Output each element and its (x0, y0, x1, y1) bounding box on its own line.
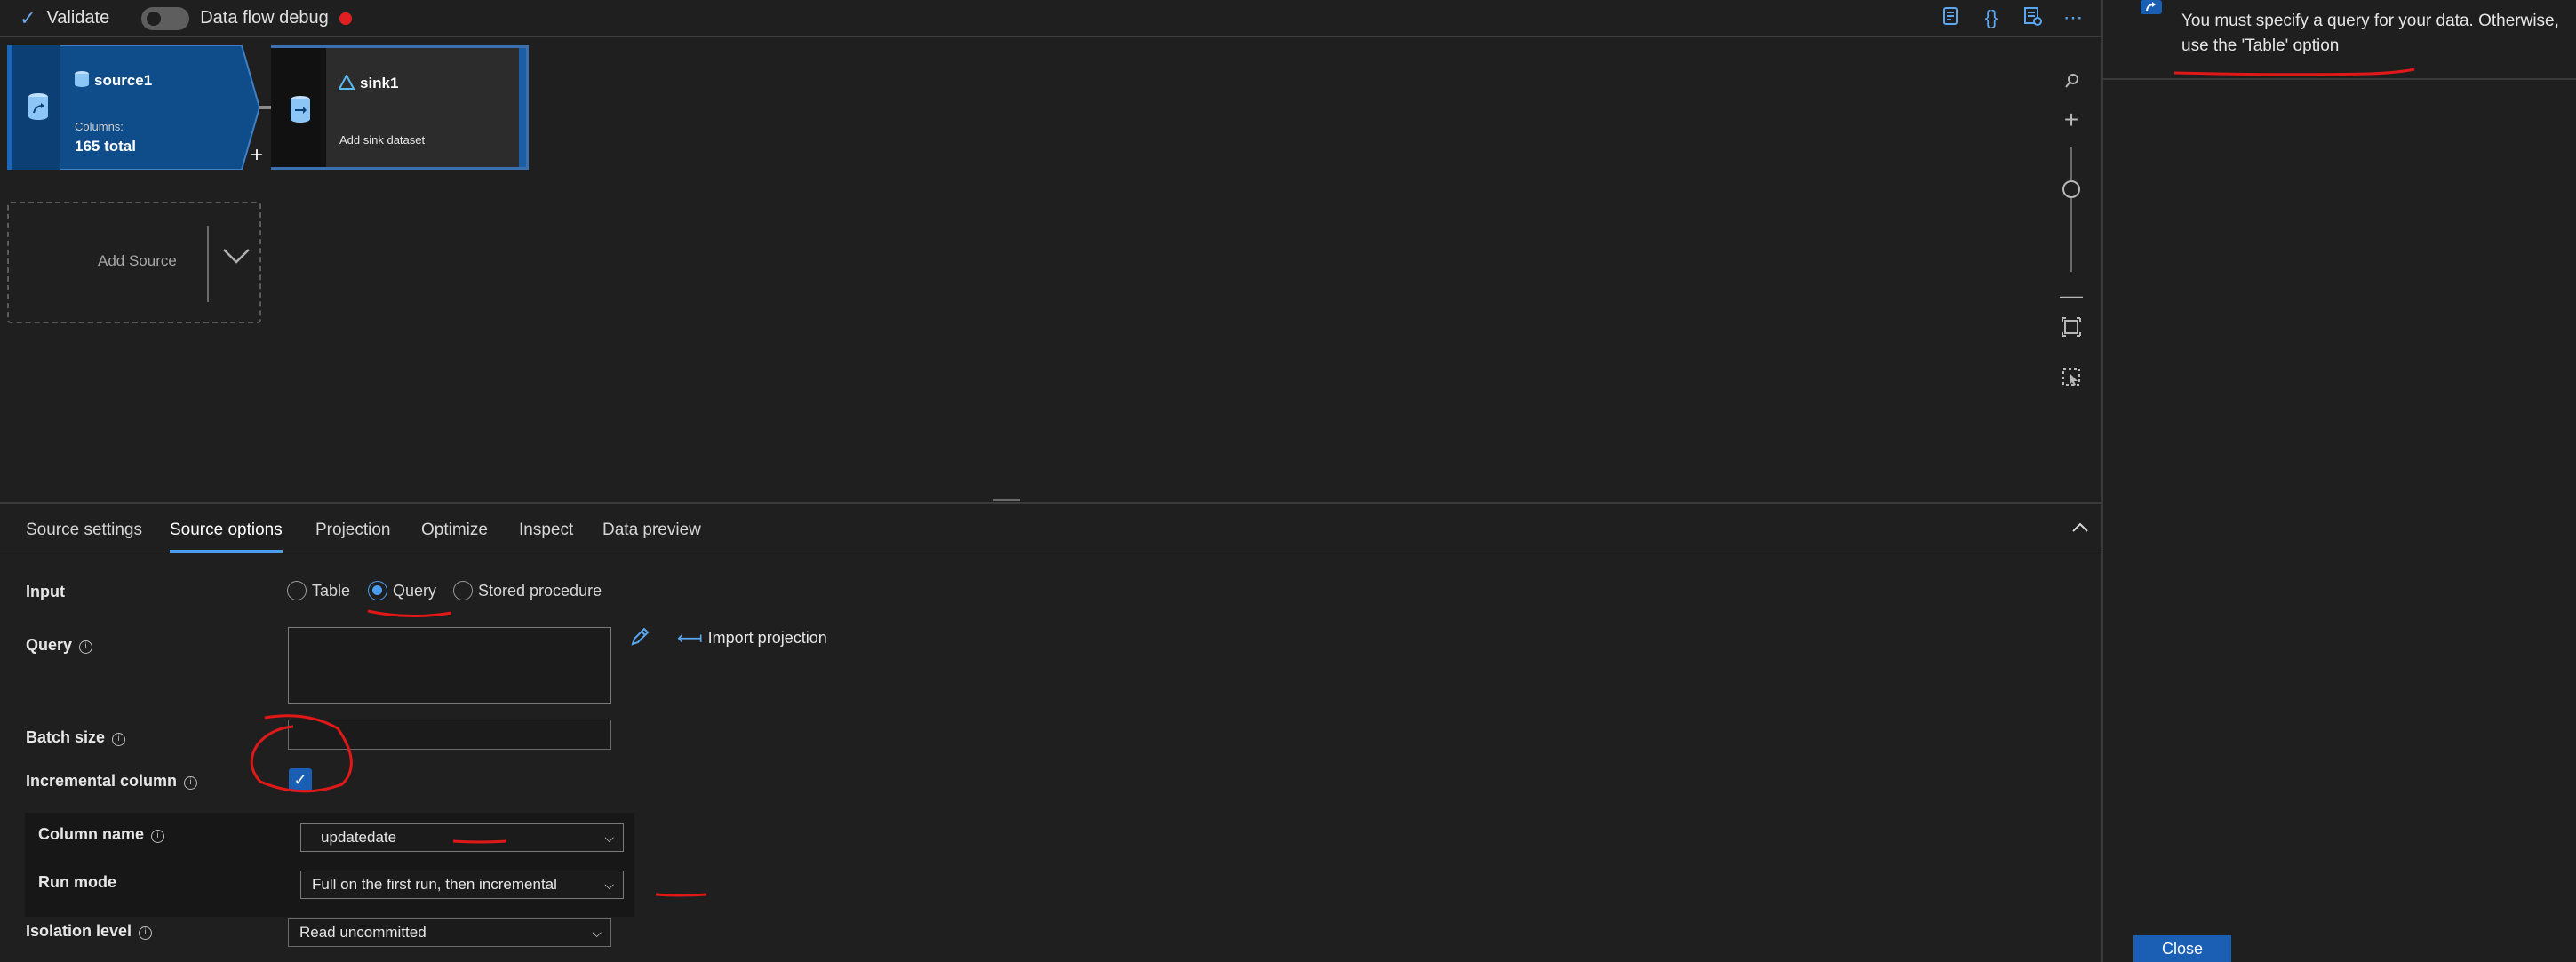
add-source-separator (207, 226, 209, 302)
sink1-node[interactable]: sink1 Add sink dataset (271, 45, 529, 170)
chevron-down-icon: ⌵ (604, 831, 614, 845)
zoom-slider-handle[interactable] (2062, 180, 2080, 198)
panel-splitter[interactable] (0, 499, 2101, 504)
toggle-knob (147, 11, 162, 26)
panel-separator (2103, 78, 2576, 80)
info-icon[interactable]: i (79, 640, 93, 654)
incremental-column-label-text: Incremental column (26, 772, 178, 790)
radio-table[interactable]: Table (287, 581, 350, 600)
sink-database-icon (289, 94, 312, 123)
more-icon[interactable]: ⋯ (2062, 5, 2084, 30)
import-projection-label: Import projection (707, 629, 827, 647)
data-flow-editor: ✓ Validate Data flow debug {} ⋯ source1 … (0, 0, 2101, 962)
add-source-box[interactable]: Add Source (7, 202, 261, 323)
add-sink-dataset-label[interactable]: Add sink dataset (339, 133, 425, 147)
zoom-controls: + — (2058, 54, 2085, 409)
zoom-slider[interactable] (2070, 147, 2072, 272)
app-root: ✓ Validate Data flow debug {} ⋯ source1 … (0, 0, 2576, 962)
tab-projection[interactable]: Projection (315, 521, 391, 553)
tab-optimize[interactable]: Optimize (421, 521, 488, 553)
red-underline-mark (2173, 68, 2415, 76)
sink-node-title: sink1 (360, 75, 399, 91)
input-label: Input (26, 583, 65, 600)
import-arrow-icon: ⟻ (677, 629, 703, 648)
toolbar-actions: {} ⋯ (1940, 5, 2084, 30)
column-name-label: Column name i (38, 825, 165, 844)
add-transform-icon[interactable]: + (251, 143, 263, 168)
properties-icon[interactable] (2022, 5, 2043, 30)
chevron-down-icon[interactable] (219, 237, 254, 273)
sink-type-icon (338, 73, 355, 91)
query-textarea[interactable] (288, 627, 611, 704)
zoom-out-icon[interactable]: — (2058, 282, 2085, 309)
chevron-down-icon: ⌵ (604, 878, 614, 892)
search-icon[interactable] (2058, 70, 2085, 97)
sink-node-rightbar (519, 48, 526, 167)
data-flow-debug-label: Data flow debug (200, 8, 329, 28)
isolation-level-dropdown[interactable]: Read uncommitted ⌵ (288, 918, 611, 947)
debug-status-dot (339, 12, 352, 25)
run-mode-label: Run mode (38, 873, 116, 891)
run-mode-value: Full on the first run, then incremental (312, 876, 557, 893)
settings-tabs: Source settings Source options Projectio… (0, 505, 2101, 553)
info-icon[interactable]: i (139, 926, 153, 940)
radio-circle (453, 581, 473, 600)
radio-circle-selected (368, 581, 387, 600)
tab-inspect[interactable]: Inspect (519, 521, 573, 553)
chevron-up-icon[interactable] (2070, 519, 2090, 539)
source1-node[interactable]: source1 Columns: 165 total (7, 45, 259, 170)
query-label: Query i (26, 636, 93, 655)
chevron-down-icon: ⌵ (592, 926, 602, 940)
validate-label: Validate (46, 8, 110, 28)
source-database-icon (27, 91, 50, 120)
batch-size-label-text: Batch size (26, 728, 106, 746)
query-label-text: Query (26, 636, 73, 654)
validation-panel: You must specify a query for your data. … (2101, 0, 2576, 962)
tab-source-options[interactable]: Source options (170, 521, 283, 553)
radio-query-label: Query (393, 581, 437, 600)
incremental-column-checkbox[interactable]: ✓ (289, 768, 312, 791)
code-icon[interactable]: {} (1981, 5, 2002, 30)
pencil-icon[interactable] (629, 625, 650, 648)
info-icon[interactable]: i (151, 830, 165, 843)
incremental-column-label: Incremental column i (26, 772, 198, 791)
radio-table-label: Table (312, 581, 351, 600)
tab-data-preview[interactable]: Data preview (602, 521, 701, 553)
radio-query[interactable]: Query (368, 581, 436, 600)
zoom-in-icon[interactable]: + (2058, 106, 2085, 134)
validate-button[interactable]: ✓ Validate (20, 7, 109, 30)
source-type-icon (74, 70, 90, 88)
check-icon: ✓ (20, 6, 36, 29)
fit-to-screen-icon[interactable] (2058, 314, 2085, 346)
radio-circle (287, 581, 307, 600)
radio-stored-procedure-label: Stored procedure (478, 581, 602, 600)
column-name-dropdown[interactable]: updatedate ⌵ (300, 823, 624, 852)
columns-value: 165 total (75, 138, 136, 155)
splitter-handle[interactable] (993, 499, 1020, 501)
script-icon[interactable] (1940, 5, 1961, 30)
info-icon[interactable]: i (184, 776, 198, 790)
graph-canvas[interactable]: source1 Columns: 165 total + sink1 Add s… (0, 38, 2101, 502)
radio-stored-procedure[interactable]: Stored procedure (453, 581, 602, 600)
close-button[interactable]: Close (2133, 935, 2231, 962)
isolation-level-value: Read uncommitted (299, 924, 427, 941)
batch-size-label: Batch size i (26, 728, 126, 747)
isolation-level-label-text: Isolation level (26, 922, 132, 940)
source-node-title: source1 (94, 72, 153, 89)
data-flow-debug-toggle[interactable] (141, 6, 190, 30)
toolbar: ✓ Validate Data flow debug {} ⋯ (0, 0, 2101, 37)
import-projection-button[interactable]: ⟻ Import projection (677, 627, 827, 649)
add-source-label: Add Source (98, 252, 177, 269)
select-mode-icon[interactable] (2058, 363, 2085, 395)
columns-label: Columns: (75, 120, 124, 133)
run-mode-dropdown[interactable]: Full on the first run, then incremental ⌵ (300, 871, 624, 899)
isolation-level-label: Isolation level i (26, 922, 153, 941)
tab-source-settings[interactable]: Source settings (26, 521, 142, 553)
batch-size-input[interactable] (288, 720, 611, 750)
incremental-settings-panel: Column name i updatedate ⌵ Run mode Full o… (25, 813, 634, 917)
column-name-label-text: Column name (38, 825, 145, 843)
info-icon[interactable]: i (112, 733, 126, 746)
column-name-value: updatedate (321, 829, 397, 846)
